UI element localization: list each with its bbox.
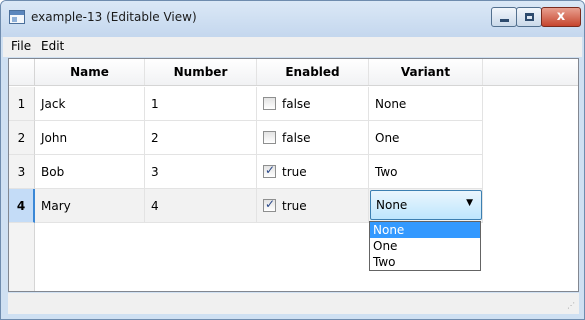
dropdown-option[interactable]: Two (370, 254, 480, 270)
title-bar[interactable]: example-13 (Editable View) x (1, 1, 584, 37)
number-cell[interactable]: 1 (145, 87, 257, 121)
dropdown-arrow-icon[interactable]: ▼ (466, 198, 473, 208)
table-row[interactable]: 4 Mary 4 true (9, 189, 578, 223)
table-row[interactable]: 3 Bob 3 true Two (9, 155, 578, 189)
menu-file[interactable]: File (11, 39, 31, 53)
enabled-cell[interactable]: false (257, 87, 369, 121)
table-row[interactable]: 1 Jack 1 false None (9, 87, 578, 121)
enabled-label: true (282, 165, 307, 179)
window-title: example-13 (Editable View) (31, 10, 197, 24)
dropdown-option[interactable]: None (370, 222, 480, 238)
number-cell[interactable]: 2 (145, 121, 257, 155)
maximize-button[interactable] (516, 7, 542, 27)
enabled-cell[interactable]: true (257, 189, 369, 223)
name-cell[interactable]: John (35, 121, 145, 155)
maximize-icon (525, 13, 534, 21)
row-header-selected[interactable]: 4 (9, 189, 35, 223)
variant-cell[interactable]: One (369, 121, 483, 155)
app-window: example-13 (Editable View) x File Edit N… (0, 0, 585, 320)
column-header-name[interactable]: Name (35, 59, 145, 85)
header-corner[interactable] (9, 59, 35, 85)
column-header-number[interactable]: Number (145, 59, 257, 85)
table-header: Name Number Enabled Variant (9, 59, 578, 86)
row-header[interactable]: 2 (9, 121, 35, 155)
enabled-label: false (282, 131, 311, 145)
table-view[interactable]: Name Number Enabled Variant 1 Jack 1 fal… (8, 58, 579, 292)
table-row[interactable]: 2 John 2 false One (9, 121, 578, 155)
row-header-filler (9, 223, 35, 291)
enabled-checkbox[interactable] (263, 163, 276, 178)
enabled-label: true (282, 199, 307, 213)
name-cell[interactable]: Bob (35, 155, 145, 189)
number-cell[interactable]: 3 (145, 155, 257, 189)
close-button[interactable]: x (541, 7, 581, 27)
minimize-button[interactable] (491, 7, 517, 27)
dropdown-option[interactable]: One (370, 238, 480, 254)
resize-grip-icon[interactable]: ⋰ (565, 301, 575, 311)
variant-dropdown-list: None One Two (369, 221, 481, 271)
enabled-label: false (282, 97, 311, 111)
number-cell[interactable]: 4 (145, 189, 257, 223)
variant-cell[interactable]: None (369, 87, 483, 121)
menu-bar: File Edit (3, 37, 582, 57)
enabled-checkbox[interactable] (263, 131, 276, 144)
column-header-enabled[interactable]: Enabled (257, 59, 369, 85)
column-header-variant[interactable]: Variant (369, 59, 483, 85)
status-bar: ⋰ (8, 293, 579, 314)
row-header[interactable]: 3 (9, 155, 35, 189)
close-icon: x (556, 9, 566, 24)
enabled-cell[interactable]: false (257, 121, 369, 155)
enabled-checkbox[interactable] (263, 97, 276, 110)
variant-cell[interactable]: Two (369, 155, 483, 189)
app-icon (9, 10, 25, 24)
minimize-icon (500, 19, 509, 22)
enabled-checkbox[interactable] (263, 197, 276, 212)
name-cell[interactable]: Jack (35, 87, 145, 121)
variant-combobox[interactable]: None ▼ (370, 190, 482, 220)
name-cell[interactable]: Mary (35, 189, 145, 223)
combobox-value: None (376, 198, 408, 212)
enabled-cell[interactable]: true (257, 155, 369, 189)
row-header[interactable]: 1 (9, 87, 35, 121)
menu-edit[interactable]: Edit (41, 39, 64, 53)
